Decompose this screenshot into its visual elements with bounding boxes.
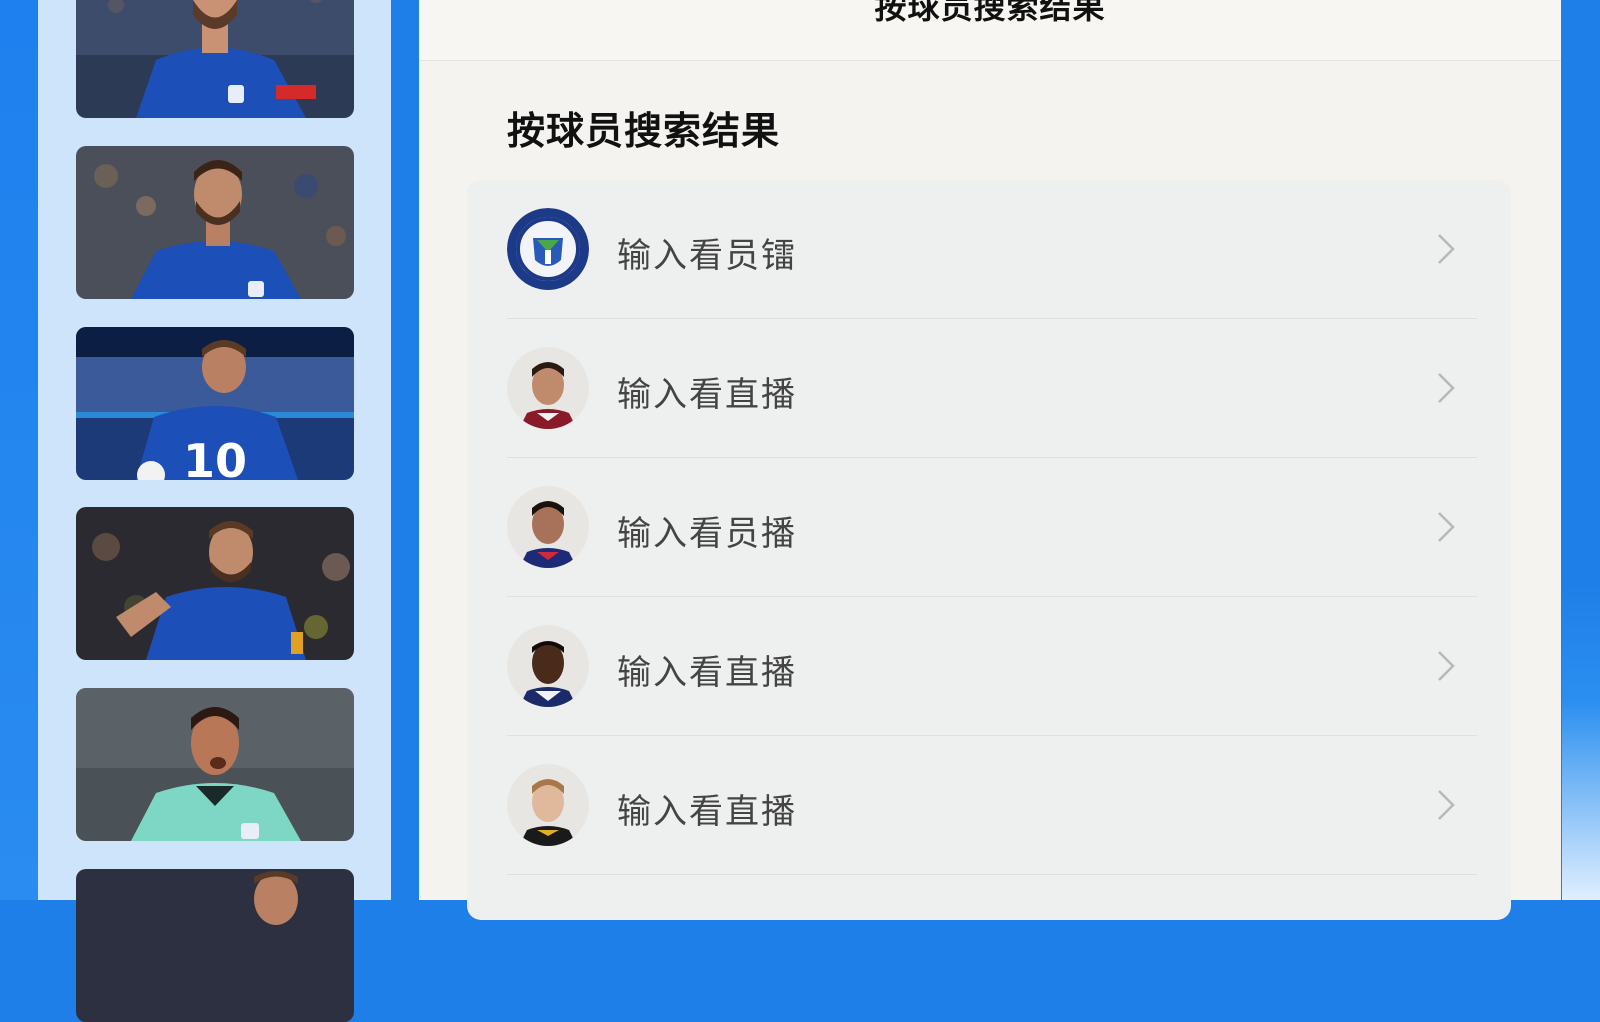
result-label: 输入看直播 [617, 792, 797, 832]
list-item[interactable]: 输入看员镭 [467, 180, 1511, 319]
chevron-right-icon [1431, 510, 1461, 544]
list-item[interactable]: 输入看直播 [467, 736, 1511, 875]
result-label: 输入看员镭 [617, 236, 797, 276]
result-label: 输入看员播 [617, 514, 797, 554]
player-photo-icon [76, 688, 354, 841]
chevron-right-icon [1431, 371, 1461, 405]
player-photo-icon [76, 0, 354, 118]
sidebar-thumbnail[interactable] [76, 507, 354, 660]
sidebar-thumbnail[interactable]: 10 [76, 327, 354, 480]
player-avatar [507, 764, 589, 846]
list-item[interactable]: 输入看直播 [467, 319, 1511, 458]
sidebar-divider [391, 0, 419, 900]
player-avatar [507, 347, 589, 429]
club-crest-icon [507, 208, 589, 290]
sidebar-thumbnail[interactable] [76, 0, 354, 118]
list-item[interactable]: 输入看员播 [467, 458, 1511, 597]
background-right [1562, 0, 1600, 900]
sidebar-thumbnail[interactable] [76, 688, 354, 841]
chevron-right-icon [1431, 232, 1461, 266]
svg-text:10: 10 [183, 434, 247, 480]
player-photo-icon [76, 869, 354, 1022]
player-photo-icon [76, 146, 354, 299]
sidebar-thumbnail[interactable] [76, 869, 354, 1022]
divider [507, 874, 1477, 875]
chevron-right-icon [1431, 788, 1461, 822]
player-photo-icon [76, 507, 354, 660]
main-panel: 按球员搜索结果 按球员搜索结果 输入看员镭 输入看直播 输入看员播 输入看直播 … [419, 0, 1561, 920]
results-list: 输入看员镭 输入看直播 输入看员播 输入看直播 输入看直播 [467, 180, 1511, 920]
page-title: 按球员搜索结果 [874, 0, 1106, 26]
sidebar-thumbnail[interactable] [76, 146, 354, 299]
player-photo-icon: 10 [76, 327, 354, 480]
header-bar: 按球员搜索结果 [419, 0, 1561, 61]
result-label: 输入看直播 [617, 653, 797, 693]
result-label: 输入看直播 [617, 375, 797, 415]
list-item[interactable]: 输入看直播 [467, 597, 1511, 736]
section-title: 按球员搜索结果 [507, 109, 781, 153]
player-avatar [507, 625, 589, 707]
player-avatar [507, 486, 589, 568]
background-left [0, 0, 40, 900]
chevron-right-icon [1431, 649, 1461, 683]
